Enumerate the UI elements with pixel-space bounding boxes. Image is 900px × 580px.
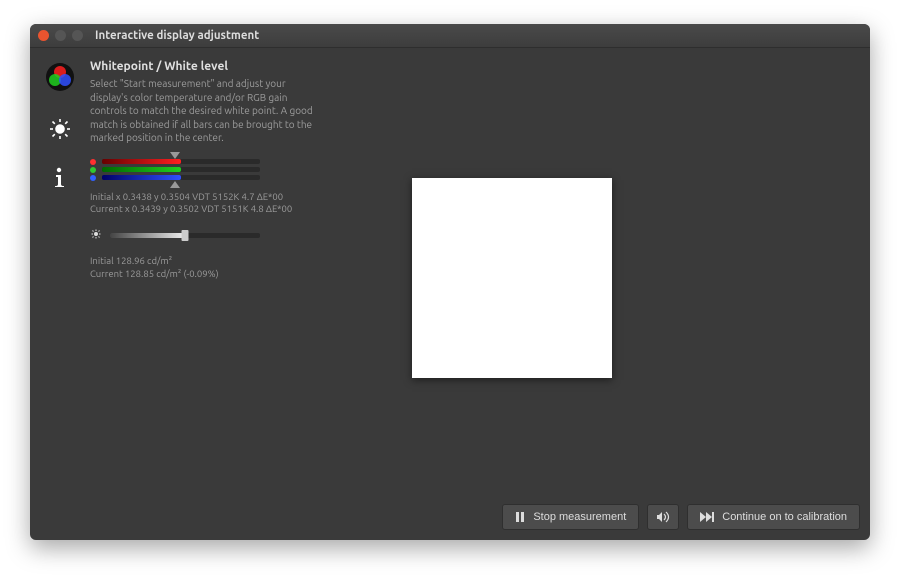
bar-green bbox=[90, 167, 260, 173]
window-body: Whitepoint / White level Select "Start m… bbox=[30, 48, 870, 540]
pause-icon bbox=[515, 512, 525, 522]
continue-button[interactable]: Continue on to calibration bbox=[687, 504, 860, 530]
section-title: Whitepoint / White level bbox=[90, 60, 862, 73]
target-marker-top bbox=[170, 152, 180, 159]
dot-green bbox=[90, 167, 96, 173]
app-window: Interactive display adjustment bbox=[30, 24, 870, 540]
measurement-patch bbox=[412, 178, 612, 378]
speaker-icon bbox=[656, 511, 670, 523]
rgb-icon bbox=[45, 62, 75, 95]
dot-blue bbox=[90, 175, 96, 181]
content: Whitepoint / White level Select "Start m… bbox=[90, 48, 870, 540]
fast-forward-icon bbox=[700, 512, 714, 522]
bar-red bbox=[90, 159, 260, 165]
continue-label: Continue on to calibration bbox=[722, 511, 847, 523]
sun-small-icon bbox=[90, 228, 102, 243]
stop-measurement-button[interactable]: Stop measurement bbox=[502, 504, 639, 530]
info-icon bbox=[50, 166, 70, 193]
close-icon[interactable] bbox=[38, 30, 49, 41]
target-marker-bottom bbox=[170, 181, 180, 188]
brightness-icon bbox=[48, 117, 72, 144]
titlebar[interactable]: Interactive display adjustment bbox=[30, 24, 870, 48]
brightness-bar bbox=[90, 228, 260, 243]
dot-red bbox=[90, 159, 96, 165]
maximize-icon[interactable] bbox=[72, 30, 83, 41]
sound-button[interactable] bbox=[647, 504, 679, 530]
section-description: Select "Start measurement" and adjust yo… bbox=[90, 77, 320, 145]
minimize-icon[interactable] bbox=[55, 30, 66, 41]
sidebar bbox=[30, 48, 90, 540]
stop-label: Stop measurement bbox=[533, 511, 626, 523]
window-title: Interactive display adjustment bbox=[95, 29, 259, 42]
footer: Stop measurement Continue on to calibrat… bbox=[502, 504, 860, 530]
rgb-bars bbox=[90, 159, 260, 181]
